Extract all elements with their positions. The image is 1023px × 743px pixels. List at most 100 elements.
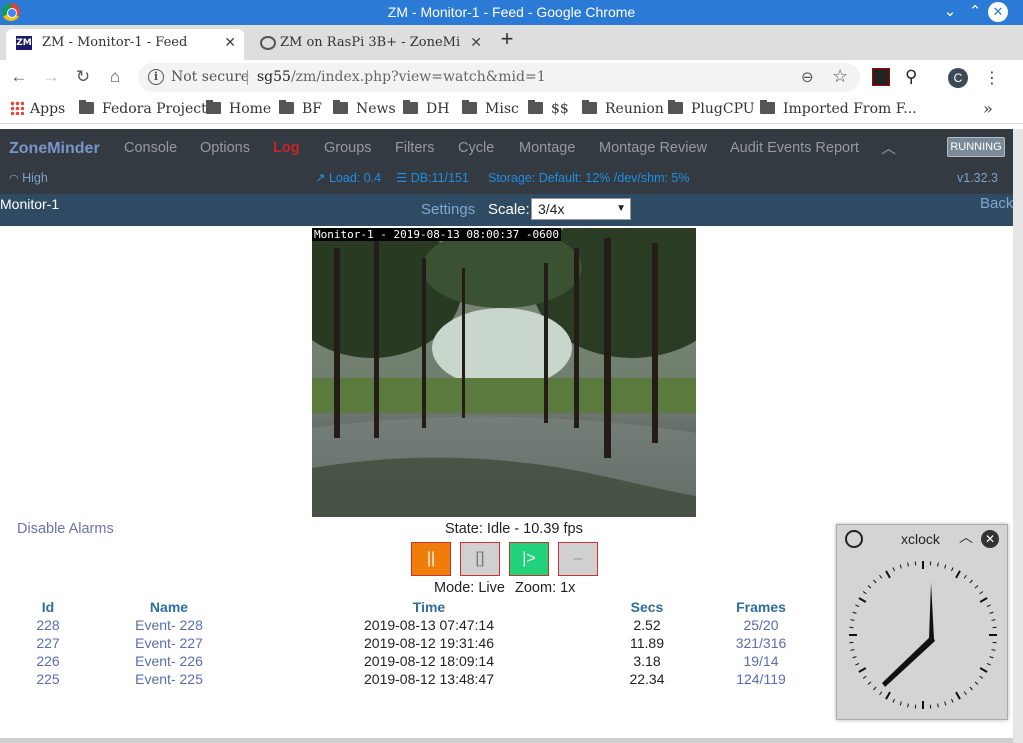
event-id-link[interactable]: 228 <box>28 617 68 633</box>
clock-tick <box>892 698 895 703</box>
xclock-window[interactable]: xclock ︿ ✕ <box>836 524 1008 720</box>
clock-tick <box>899 564 902 569</box>
search-icon[interactable]: ⚲ <box>905 68 923 86</box>
camera-feed-image[interactable]: Monitor-1 - 2019-08-13 08:00:37 -0600 <box>312 228 696 517</box>
column-header-time[interactable]: Time <box>389 599 469 615</box>
profile-avatar[interactable]: C <box>948 68 968 88</box>
bookmark-fedora-project[interactable]: Fedora Project <box>79 95 207 124</box>
close-tab-icon[interactable]: ✕ <box>470 29 482 57</box>
menu-icon[interactable]: ⋮ <box>983 68 1001 87</box>
fast-forward-button[interactable]: – <box>558 542 598 576</box>
bookmark-plugcpu[interactable]: PlugCPU <box>668 95 755 124</box>
clock-tick <box>937 703 939 708</box>
bookmark-imported[interactable]: Imported From F... <box>760 95 917 124</box>
clock-tick <box>944 701 947 706</box>
extension-icon[interactable] <box>872 68 890 86</box>
nav-filters[interactable]: Filters <box>395 129 434 168</box>
folder-icon <box>528 100 543 114</box>
address-bar[interactable]: i Not secure sg55/zm/index.php?view=watc… <box>138 63 860 92</box>
nav-montage[interactable]: Montage <box>519 129 575 168</box>
event-frames-link[interactable]: 321/316 <box>721 635 801 651</box>
column-header-frames[interactable]: Frames <box>721 599 801 615</box>
minimize-button[interactable]: ⌄ <box>940 2 960 22</box>
folder-icon <box>668 100 683 114</box>
scale-select[interactable]: 3/4x ▼ <box>531 198 631 220</box>
clock-tick <box>969 579 973 584</box>
event-id-link[interactable]: 225 <box>28 671 68 687</box>
bookmark-label: Apps <box>30 101 66 117</box>
new-tab-button[interactable]: + <box>497 27 517 51</box>
nav-cycle[interactable]: Cycle <box>458 129 494 168</box>
load-indicator: ↗ Load: 0.4 <box>315 168 381 188</box>
back-link[interactable]: Back <box>980 194 1013 214</box>
clock-tick <box>989 656 994 659</box>
clock-tick <box>979 675 984 679</box>
event-frames-link[interactable]: 124/119 <box>721 671 801 687</box>
pause-button[interactable]: || <box>411 542 451 576</box>
clock-tick <box>944 564 947 569</box>
url-text[interactable]: sg55/zm/index.php?view=watch&mid=1 <box>257 63 546 92</box>
event-name-link[interactable]: Event- 225 <box>119 671 219 687</box>
clock-tick <box>951 698 954 703</box>
bookmark-label: News <box>356 101 396 117</box>
event-id-link[interactable]: 226 <box>28 653 68 669</box>
disable-alarms-link[interactable]: Disable Alarms <box>17 521 114 537</box>
bookmarks-overflow-button[interactable]: » <box>983 95 993 124</box>
vertical-scrollbar[interactable] <box>1013 129 1023 743</box>
settings-link[interactable]: Settings <box>421 194 475 226</box>
xclock-titlebar[interactable]: xclock ︿ ✕ <box>837 525 1007 553</box>
zm-brand-link[interactable]: ZoneMinder <box>9 129 100 168</box>
bookmark-dh[interactable]: DH <box>403 95 449 124</box>
back-arrow-icon[interactable]: ← <box>8 66 30 88</box>
bookmark-bf[interactable]: BF <box>279 95 322 124</box>
forward-arrow-icon[interactable]: → <box>40 66 62 88</box>
event-frames-link[interactable]: 25/20 <box>721 617 801 633</box>
bookmark-apps[interactable]: Apps <box>10 95 65 124</box>
play-button[interactable]: |> <box>509 542 549 576</box>
column-header-id[interactable]: Id <box>28 599 68 615</box>
feed-timestamp-overlay: Monitor-1 - 2019-08-13 08:00:37 -0600 <box>312 228 562 241</box>
home-icon[interactable]: ⌂ <box>104 66 126 88</box>
nav-console[interactable]: Console <box>124 129 177 168</box>
event-name-link[interactable]: Event- 226 <box>119 653 219 669</box>
tab-zm-monitor-feed[interactable]: ZM ZM - Monitor-1 - Feed ✕ <box>6 29 244 60</box>
window-close-button[interactable]: ✕ <box>988 2 1008 22</box>
stop-button[interactable]: [] <box>460 542 500 576</box>
bookmark-news[interactable]: News <box>333 95 396 124</box>
bookmark-misc[interactable]: Misc <box>462 95 519 124</box>
tab-strip: ZM ZM - Monitor-1 - Feed ✕ ZM on RasPi 3… <box>0 25 1023 60</box>
nav-audit-events-report[interactable]: Audit Events Report <box>730 129 859 168</box>
nav-options[interactable]: Options <box>200 129 250 168</box>
event-secs: 2.52 <box>633 617 661 633</box>
collapse-chevron-icon[interactable]: ︿ <box>881 129 896 168</box>
run-state-badge[interactable]: RUNNING <box>947 137 1005 157</box>
clock-tick <box>955 570 961 579</box>
nav-montage-review[interactable]: Montage Review <box>599 129 707 168</box>
column-header-secs[interactable]: Secs <box>617 599 677 615</box>
bandwidth-indicator[interactable]: ◠ High <box>9 168 48 189</box>
event-frames-link[interactable]: 19/14 <box>721 653 801 669</box>
event-name-link[interactable]: Event- 228 <box>119 617 219 633</box>
bookmark-reunion[interactable]: Reunion <box>582 95 664 124</box>
db-list-icon: ☰ <box>396 171 408 185</box>
maximize-button[interactable]: ⌃ <box>965 2 985 22</box>
event-time: 2019-08-12 18:09:14 <box>364 653 494 669</box>
tab-zm-raspi[interactable]: ZM on RasPi 3B+ - ZoneMind ✕ <box>250 29 490 60</box>
column-header-name[interactable]: Name <box>129 599 209 615</box>
bookmark-money[interactable]: $$ <box>528 95 569 124</box>
zoom-icon[interactable]: ⊖ <box>801 68 814 86</box>
horizontal-scrollbar[interactable] <box>0 738 1013 743</box>
nav-groups[interactable]: Groups <box>324 129 372 168</box>
nav-log[interactable]: Log <box>273 129 300 168</box>
event-id-link[interactable]: 227 <box>28 635 68 651</box>
info-icon[interactable]: i <box>148 69 164 85</box>
wifi-icon: ◠ <box>9 173 19 185</box>
bookmark-home[interactable]: Home <box>206 95 271 124</box>
clock-tick <box>907 703 909 708</box>
reload-icon[interactable]: ↻ <box>72 66 94 88</box>
close-tab-icon[interactable]: ✕ <box>224 29 236 57</box>
maximize-chevron-icon[interactable]: ︿ <box>959 527 973 547</box>
bookmark-star-icon[interactable]: ☆ <box>832 66 848 87</box>
event-name-link[interactable]: Event- 227 <box>119 635 219 651</box>
close-icon[interactable]: ✕ <box>981 530 999 548</box>
